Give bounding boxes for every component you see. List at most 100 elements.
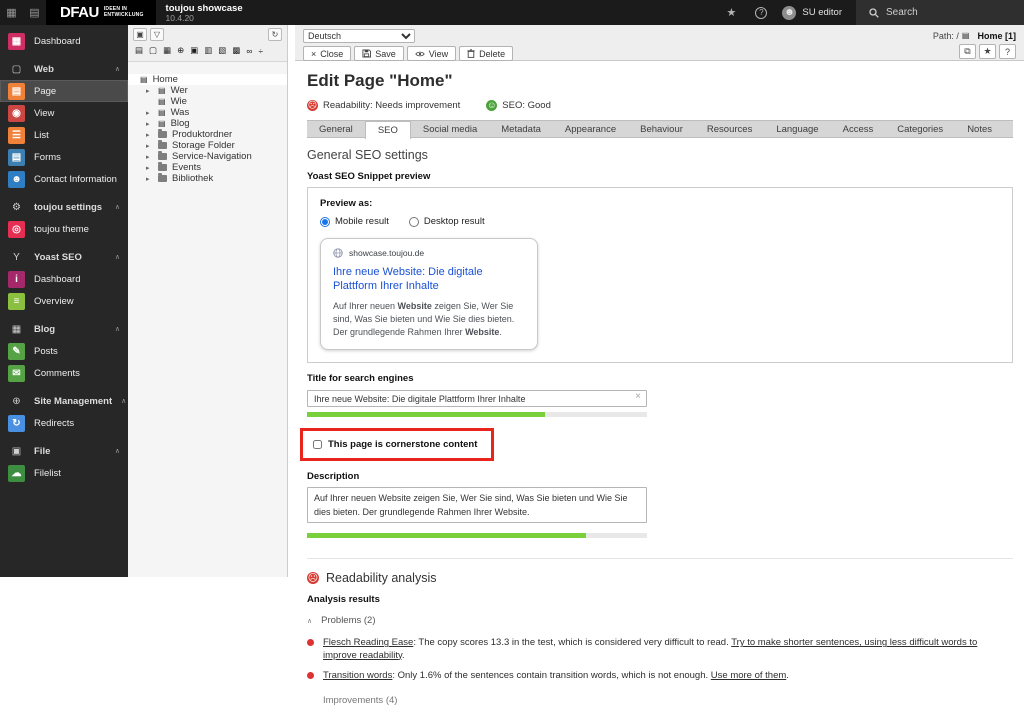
bookmark-star-icon[interactable]: ★	[716, 0, 746, 25]
sidebar-section-yoast-seo[interactable]: Y Yoast SEO ∧	[0, 246, 128, 268]
view-button[interactable]: View	[406, 46, 457, 61]
radio-input[interactable]	[408, 216, 419, 227]
open-in-new-icon[interactable]: ⧉	[959, 44, 976, 59]
page-type-drag-icon[interactable]: ▣	[190, 45, 198, 56]
clear-input-icon[interactable]: ×	[635, 391, 641, 402]
sidebar-section-web[interactable]: ▢ Web ∧	[0, 58, 128, 80]
language-select[interactable]: Deutsch	[303, 28, 415, 43]
global-search[interactable]: Search	[856, 0, 1024, 25]
tree-node-blog[interactable]: ▸ ▤ Blog	[128, 118, 287, 129]
tab-behaviour[interactable]: Behaviour	[628, 121, 695, 137]
filter-icon[interactable]: ▽	[150, 28, 164, 41]
sidebar-item-list[interactable]: ☰ List	[0, 124, 128, 146]
tab-general[interactable]: General	[307, 121, 365, 137]
seo-title-input[interactable]	[307, 390, 647, 408]
refresh-icon[interactable]: ↻	[268, 28, 282, 41]
sidebar-item-page[interactable]: ▤ Page	[0, 80, 128, 102]
chevron-up-icon[interactable]: ∧	[115, 447, 120, 455]
chevron-up-icon[interactable]: ∧	[121, 397, 126, 405]
snippet-title-link[interactable]: Ihre neue Website: Die digitale Plattfor…	[333, 265, 525, 294]
help-icon[interactable]: ?	[999, 44, 1016, 59]
tree-node-storage-folder[interactable]: ▸ Storage Folder	[128, 140, 287, 151]
expand-icon[interactable]: ▸	[146, 120, 150, 128]
sidebar-item-forms[interactable]: ▤ Forms	[0, 146, 128, 168]
google-snippet-card: showcase.toujou.de Ihre neue Website: Di…	[320, 238, 538, 350]
sidebar-item-toujou-theme[interactable]: ◎ toujou theme	[0, 218, 128, 240]
tree-node-bibliothek[interactable]: ▸ Bibliothek	[128, 173, 287, 184]
sidebar-item-overview[interactable]: ≡ Overview	[0, 290, 128, 312]
sidebar-item-redirects[interactable]: ↻ Redirects	[0, 412, 128, 434]
sidebar-item-filelist[interactable]: ☁ Filelist	[0, 462, 128, 484]
sidebar-section-file[interactable]: ▣ File ∧	[0, 440, 128, 462]
tab-seo[interactable]: SEO	[364, 121, 411, 139]
brand-logo[interactable]: DFAU IDEEN IN ENTWICKLUNG	[46, 0, 156, 25]
sidebar-section-toujou-settings[interactable]: ⚙ toujou settings ∧	[0, 196, 128, 218]
modules-grid-icon[interactable]: ▦	[0, 0, 23, 25]
use-more-link[interactable]: Use more of them	[711, 670, 787, 681]
desktop-result-radio[interactable]: Desktop result	[408, 216, 485, 227]
sidebar-item-comments[interactable]: ✉ Comments	[0, 362, 128, 384]
tab-notes[interactable]: Notes	[955, 121, 1004, 137]
expand-icon[interactable]: ▸	[146, 164, 150, 172]
mobile-result-radio[interactable]: Mobile result	[320, 216, 389, 227]
sidebar-item-dashboard[interactable]: ▦ Dashboard	[0, 30, 128, 52]
sidebar-item-posts[interactable]: ✎ Posts	[0, 340, 128, 362]
page-type-drag-icon[interactable]: ⊕	[177, 45, 184, 56]
tree-node-home[interactable]: ▤ Home	[128, 74, 287, 85]
sidebar-section-site-management[interactable]: ⊕ Site Management ∧	[0, 390, 128, 412]
tab-metadata[interactable]: Metadata	[489, 121, 553, 137]
expand-icon[interactable]: ▸	[146, 175, 150, 183]
chevron-up-icon[interactable]: ∧	[115, 65, 120, 73]
user-menu[interactable]: ☻ SU editor	[776, 0, 856, 25]
page-type-drag-icon[interactable]: ▩	[232, 45, 240, 56]
chevron-up-icon[interactable]: ∧	[115, 203, 120, 211]
tab-resources[interactable]: Resources	[695, 121, 764, 137]
tree-node-wie[interactable]: ▤ Wie	[128, 96, 287, 107]
save-button[interactable]: Save	[354, 46, 404, 61]
problems-toggle[interactable]: ∧ Problems (2)	[307, 615, 1013, 626]
cornerstone-checkbox-label[interactable]: This page is cornerstone content	[313, 439, 477, 450]
close-button[interactable]: × Close	[303, 46, 352, 61]
bookmark-star-icon[interactable]: ★	[979, 44, 996, 59]
tab-categories[interactable]: Categories	[885, 121, 955, 137]
page-type-drag-icon[interactable]: ∞	[246, 46, 252, 56]
tab-access[interactable]: Access	[831, 121, 886, 137]
sidebar-item-yoast-dashboard[interactable]: i Dashboard	[0, 268, 128, 290]
page-type-drag-icon[interactable]: ▤	[135, 45, 143, 56]
delete-button[interactable]: Delete	[459, 46, 514, 61]
improvements-toggle[interactable]: Improvements (4)	[307, 695, 1013, 706]
tree-node-wer[interactable]: ▸ ▤ Wer	[128, 85, 287, 96]
sidebar-section-blog[interactable]: ▦ Blog ∧	[0, 318, 128, 340]
tree-node-produktordner[interactable]: ▸ Produktordner	[128, 129, 287, 140]
tab-social-media[interactable]: Social media	[411, 121, 489, 137]
new-page-button[interactable]: ▣	[133, 28, 147, 41]
tree-node-events[interactable]: ▸ Events	[128, 162, 287, 173]
seo-description-textarea[interactable]: Auf Ihrer neuen Website zeigen Sie, Wer …	[307, 487, 647, 524]
tab-appearance[interactable]: Appearance	[553, 121, 628, 137]
chevron-up-icon[interactable]: ∧	[115, 253, 120, 261]
pagetree-toggle-icon[interactable]: ▤	[23, 0, 46, 25]
expand-icon[interactable]: ▸	[146, 142, 150, 150]
page-type-drag-icon[interactable]: ▥	[204, 45, 212, 56]
expand-icon[interactable]: ▸	[146, 109, 150, 117]
flesch-link[interactable]: Flesch Reading Ease	[323, 637, 413, 648]
chevron-up-icon[interactable]: ∧	[115, 325, 120, 333]
sidebar-item-contact-information[interactable]: ☻ Contact Information	[0, 168, 128, 190]
expand-icon[interactable]: ▸	[146, 131, 150, 139]
help-icon[interactable]: ?	[746, 0, 776, 25]
radio-input[interactable]	[320, 216, 330, 227]
analysis-item-transition-words: Transition words: Only 1.6% of the sente…	[307, 670, 1013, 682]
sidebar-item-view[interactable]: ◉ View	[0, 102, 128, 124]
page-type-drag-icon[interactable]: ▢	[149, 45, 157, 56]
tab-language[interactable]: Language	[764, 121, 830, 137]
transition-words-link[interactable]: Transition words	[323, 670, 392, 681]
tree-node-was[interactable]: ▸ ▤ Was	[128, 107, 287, 118]
page-type-drag-icon[interactable]: ▧	[218, 45, 226, 56]
page-type-drag-icon[interactable]: ÷	[258, 46, 263, 56]
expand-icon[interactable]: ▸	[146, 153, 150, 161]
folder-icon	[158, 162, 167, 171]
page-type-drag-icon[interactable]: ▦	[163, 45, 171, 56]
tree-node-service-navigation[interactable]: ▸ Service-Navigation	[128, 151, 287, 162]
expand-icon[interactable]: ▸	[146, 87, 150, 95]
cornerstone-checkbox[interactable]	[313, 440, 322, 450]
